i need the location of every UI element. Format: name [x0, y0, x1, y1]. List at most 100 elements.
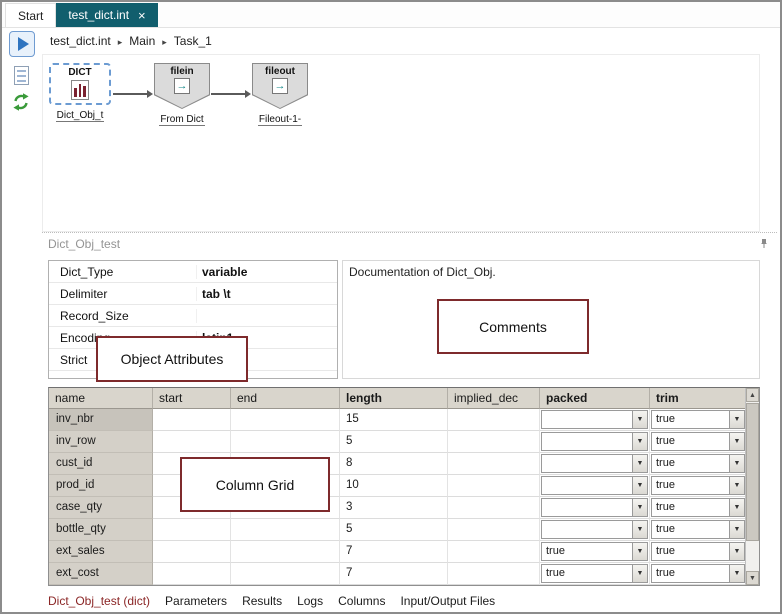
packed-dropdown[interactable]: ▼ [541, 498, 648, 517]
trim-dropdown[interactable]: true▼ [651, 432, 745, 451]
column-header-end[interactable]: end [231, 388, 340, 409]
length-cell[interactable]: 5 [340, 431, 448, 453]
node-fileout[interactable]: fileout → Fileout-1- [249, 63, 311, 127]
end-cell[interactable] [231, 541, 340, 563]
node-name-label[interactable]: Dict_Obj_t [56, 110, 105, 122]
start-cell[interactable] [153, 519, 231, 541]
implied_dec-cell[interactable] [448, 453, 540, 475]
packed-dropdown[interactable]: ▼ [541, 410, 648, 429]
column-header-length[interactable]: length [340, 388, 448, 409]
dropdown-arrow-icon[interactable]: ▼ [729, 477, 744, 494]
row-header-cell[interactable]: case_qty [49, 497, 153, 519]
scroll-up-icon[interactable]: ▲ [746, 388, 759, 402]
packed-dropdown[interactable]: ▼ [541, 432, 648, 451]
length-cell[interactable]: 7 [340, 563, 448, 585]
dropdown-arrow-icon[interactable]: ▼ [632, 455, 647, 472]
dropdown-arrow-icon[interactable]: ▼ [632, 565, 647, 582]
packed-dropdown[interactable]: ▼ [541, 454, 648, 473]
dropdown-arrow-icon[interactable]: ▼ [729, 565, 744, 582]
column-header-name[interactable]: name [49, 388, 153, 409]
row-header-cell[interactable]: bottle_qty [49, 519, 153, 541]
attribute-row-delimiter[interactable]: Delimitertab \t [49, 283, 337, 305]
dropdown-arrow-icon[interactable]: ▼ [632, 521, 647, 538]
end-cell[interactable] [231, 519, 340, 541]
packed-dropdown[interactable]: ▼ [541, 520, 648, 539]
trim-dropdown[interactable]: true▼ [651, 520, 745, 539]
dropdown-arrow-icon[interactable]: ▼ [729, 543, 744, 560]
dict-node-box[interactable]: DICT [49, 63, 111, 105]
dropdown-arrow-icon[interactable]: ▼ [729, 433, 744, 450]
column-header-start[interactable]: start [153, 388, 231, 409]
node-name-label[interactable]: Fileout-1- [258, 114, 302, 126]
scroll-down-icon[interactable]: ▼ [746, 571, 759, 585]
bottom-tab-columns[interactable]: Columns [338, 594, 385, 608]
implied_dec-cell[interactable] [448, 541, 540, 563]
attribute-value[interactable]: variable [197, 265, 337, 279]
length-cell[interactable]: 7 [340, 541, 448, 563]
trim-dropdown[interactable]: true▼ [651, 564, 745, 583]
dropdown-arrow-icon[interactable]: ▼ [729, 411, 744, 428]
dropdown-arrow-icon[interactable]: ▼ [729, 455, 744, 472]
scrollbar-thumb[interactable] [746, 403, 759, 541]
document-icon[interactable] [14, 66, 29, 85]
packed-dropdown[interactable]: true▼ [541, 542, 648, 561]
row-header-cell[interactable]: prod_id [49, 475, 153, 497]
dropdown-arrow-icon[interactable]: ▼ [729, 521, 744, 538]
row-header-cell[interactable]: ext_sales [49, 541, 153, 563]
breadcrumb-item-main[interactable]: Main [129, 34, 155, 48]
implied_dec-cell[interactable] [448, 519, 540, 541]
length-cell[interactable]: 3 [340, 497, 448, 519]
close-icon[interactable]: × [138, 9, 146, 22]
dropdown-arrow-icon[interactable]: ▼ [632, 543, 647, 560]
trim-dropdown[interactable]: true▼ [651, 410, 745, 429]
dropdown-arrow-icon[interactable]: ▼ [632, 433, 647, 450]
tab-start[interactable]: Start [5, 3, 56, 27]
breadcrumb-item-test-dict-int[interactable]: test_dict.int [50, 34, 111, 48]
end-cell[interactable] [231, 409, 340, 431]
bottom-tab-dict-obj-test-dict[interactable]: Dict_Obj_test (dict) [48, 594, 150, 608]
trim-dropdown[interactable]: true▼ [651, 542, 745, 561]
row-header-cell[interactable]: cust_id [49, 453, 153, 475]
node-name-label[interactable]: From Dict [159, 114, 204, 126]
grid-scrollbar[interactable]: ▲ ▼ [745, 388, 759, 585]
end-cell[interactable] [231, 563, 340, 585]
dropdown-arrow-icon[interactable]: ▼ [632, 477, 647, 494]
tab-test-dict-int[interactable]: test_dict.int × [56, 3, 157, 27]
implied_dec-cell[interactable] [448, 431, 540, 453]
column-header-implied-dec[interactable]: implied_dec [448, 388, 540, 409]
start-cell[interactable] [153, 563, 231, 585]
attribute-row-dict-type[interactable]: Dict_Typevariable [49, 261, 337, 283]
bottom-tab-logs[interactable]: Logs [297, 594, 323, 608]
dropdown-arrow-icon[interactable]: ▼ [729, 499, 744, 516]
node-filein[interactable]: filein → From Dict [151, 63, 213, 127]
node-dict-obj[interactable]: DICT Dict_Obj_t [49, 63, 111, 123]
row-header-cell[interactable]: ext_cost [49, 563, 153, 585]
length-cell[interactable]: 8 [340, 453, 448, 475]
start-cell[interactable] [153, 431, 231, 453]
pin-icon[interactable] [759, 238, 769, 249]
length-cell[interactable]: 15 [340, 409, 448, 431]
bottom-tab-results[interactable]: Results [242, 594, 282, 608]
packed-dropdown[interactable]: ▼ [541, 476, 648, 495]
trim-dropdown[interactable]: true▼ [651, 454, 745, 473]
attribute-value[interactable]: tab \t [197, 287, 337, 301]
column-header-packed[interactable]: packed [540, 388, 650, 409]
implied_dec-cell[interactable] [448, 409, 540, 431]
row-header-cell[interactable]: inv_row [49, 431, 153, 453]
refresh-icon[interactable] [11, 92, 31, 112]
start-cell[interactable] [153, 409, 231, 431]
implied_dec-cell[interactable] [448, 563, 540, 585]
run-button[interactable] [9, 31, 35, 57]
start-cell[interactable] [153, 541, 231, 563]
length-cell[interactable]: 10 [340, 475, 448, 497]
trim-dropdown[interactable]: true▼ [651, 498, 745, 517]
trim-dropdown[interactable]: true▼ [651, 476, 745, 495]
bottom-tab-input-output-files[interactable]: Input/Output Files [400, 594, 495, 608]
dropdown-arrow-icon[interactable]: ▼ [632, 499, 647, 516]
end-cell[interactable] [231, 431, 340, 453]
implied_dec-cell[interactable] [448, 497, 540, 519]
bottom-tab-parameters[interactable]: Parameters [165, 594, 227, 608]
breadcrumb-item-task-1[interactable]: Task_1 [174, 34, 212, 48]
column-header-trim[interactable]: trim [650, 388, 747, 409]
length-cell[interactable]: 5 [340, 519, 448, 541]
